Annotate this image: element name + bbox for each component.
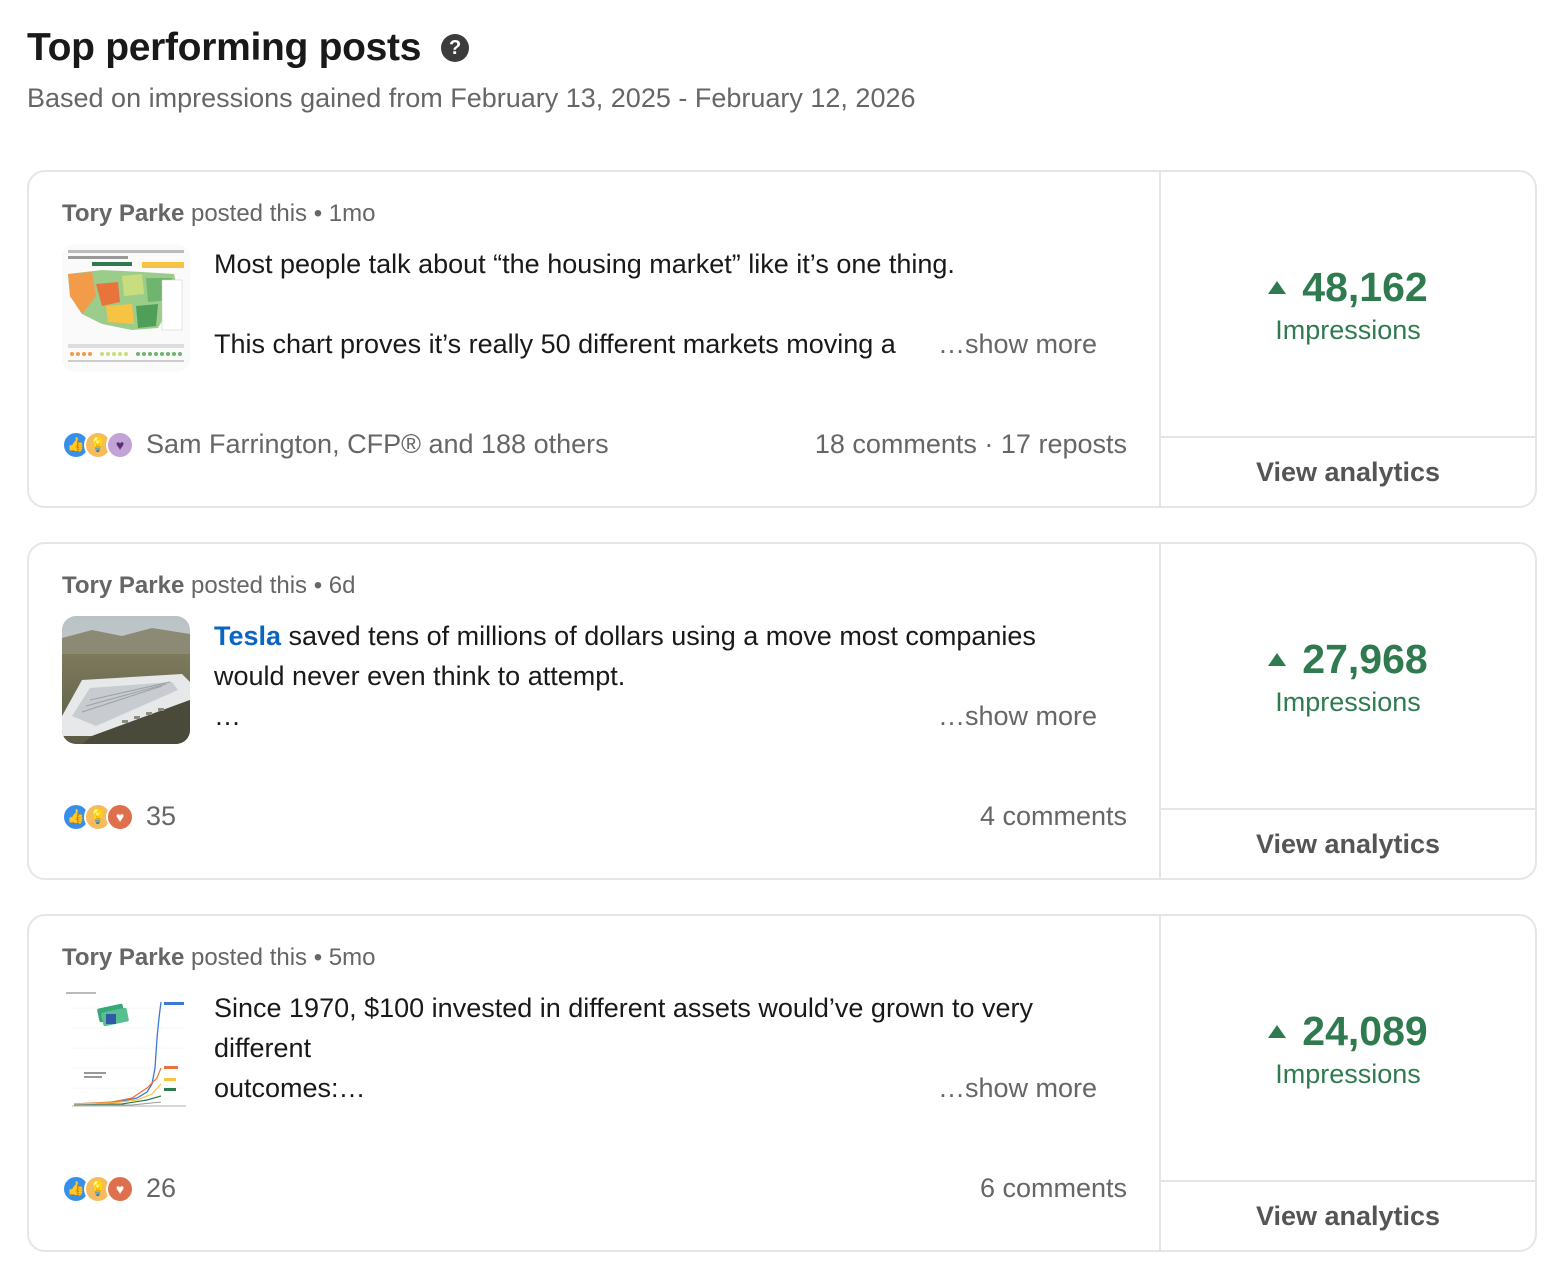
post-analytics-panel: 24,089 Impressions View analytics <box>1161 916 1535 1250</box>
help-icon[interactable]: ? <box>441 34 470 62</box>
post-author[interactable]: Tory Parke <box>62 944 184 971</box>
mention-link[interactable]: Tesla <box>214 621 281 651</box>
title-row: Top performing posts ? <box>27 26 1507 70</box>
post-meta: Tory Parke posted this • 6d <box>62 572 355 600</box>
post-author[interactable]: Tory Parke <box>62 572 184 599</box>
love-icon: ♥ <box>106 1174 134 1203</box>
impressions-box: 27,968 Impressions <box>1161 544 1535 810</box>
asset-growth-chart-image <box>62 988 190 1116</box>
view-analytics-button[interactable]: View analytics <box>1161 438 1535 506</box>
date-range-subtitle: Based on impressions gained from Februar… <box>27 83 916 113</box>
post-card: Tory Parke posted this • 1mo Most people… <box>27 170 1537 508</box>
impressions-row: 27,968 <box>1268 636 1428 683</box>
impressions-box: 24,089 Impressions <box>1161 916 1535 1182</box>
support-icon: ♥ <box>106 430 134 459</box>
post-text: Since 1970, $100 invested in different a… <box>214 988 1129 1108</box>
reactions-count: 35 <box>146 801 177 831</box>
posted-time: posted this • 6d <box>184 572 356 599</box>
post-card: Tory Parke posted this • 6d Tesla saved … <box>27 542 1537 880</box>
post-text-fragment: saved tens of millions of dollars using … <box>281 621 1036 651</box>
page-title: Top performing posts <box>27 26 422 69</box>
engagement-stats[interactable]: 6 comments <box>980 1173 1127 1204</box>
reactions-text: Sam Farrington, CFP® and 188 others <box>146 429 609 459</box>
impressions-value: 48,162 <box>1302 264 1428 310</box>
view-analytics-button[interactable]: View analytics <box>1161 1182 1535 1250</box>
show-more-link[interactable]: …show more <box>923 696 1097 736</box>
impressions-label: Impressions <box>1275 687 1421 717</box>
trend-up-icon <box>1268 281 1287 294</box>
impressions-box: 48,162 Impressions <box>1161 172 1535 438</box>
page-header: Top performing posts ? Based on impressi… <box>27 26 1507 114</box>
post-text-line: Tesla saved tens of millions of dollars … <box>214 616 1129 656</box>
posted-time: posted this • 5mo <box>184 944 376 971</box>
show-more-link[interactable]: …show more <box>923 1068 1097 1108</box>
reaction-icons: 👍 💡 ♥ <box>62 1174 134 1203</box>
post-analytics-panel: 27,968 Impressions View analytics <box>1161 544 1535 878</box>
post-author[interactable]: Tory Parke <box>62 200 184 227</box>
post-meta: Tory Parke posted this • 1mo <box>62 200 375 228</box>
reactions-summary[interactable]: 👍 💡 ♥ Sam Farrington, CFP® and 188 other… <box>62 429 609 460</box>
impressions-value: 24,089 <box>1302 1008 1428 1054</box>
posted-time: posted this • 1mo <box>184 200 376 227</box>
engagement-stats[interactable]: 4 comments <box>980 801 1127 832</box>
reactions-summary[interactable]: 👍 💡 ♥ 35 <box>62 801 176 832</box>
reactions-summary[interactable]: 👍 💡 ♥ 26 <box>62 1173 176 1204</box>
post-text-line: different <box>214 1033 312 1063</box>
trend-up-icon <box>1268 1025 1287 1038</box>
trend-up-icon <box>1268 653 1287 666</box>
post-thumbnail[interactable] <box>62 244 190 372</box>
reaction-icons: 👍 💡 ♥ <box>62 802 134 831</box>
post-thumbnail[interactable] <box>62 988 190 1116</box>
impressions-label: Impressions <box>1275 315 1421 345</box>
post-content-area[interactable]: Tory Parke posted this • 5mo Since 1970,… <box>29 916 1161 1250</box>
us-housing-map-chart-image <box>62 244 190 372</box>
post-thumbnail[interactable] <box>62 616 190 744</box>
view-analytics-button[interactable]: View analytics <box>1161 810 1535 878</box>
post-text: Most people talk about “the housing mark… <box>214 244 1129 364</box>
post-text-line: would never even think to attempt. <box>214 661 626 691</box>
impressions-row: 48,162 <box>1268 264 1428 311</box>
impressions-label: Impressions <box>1275 1059 1421 1089</box>
post-text-line: Since 1970, $100 invested in different a… <box>214 993 1033 1023</box>
reaction-icons: 👍 💡 ♥ <box>62 430 134 459</box>
post-text-line: Most people talk about “the housing mark… <box>214 249 955 279</box>
post-text-line <box>214 284 1129 324</box>
factory-aerial-photo-image <box>62 616 190 744</box>
post-analytics-panel: 48,162 Impressions View analytics <box>1161 172 1535 506</box>
post-card: Tory Parke posted this • 5mo Since 1970,… <box>27 914 1537 1252</box>
post-text: Tesla saved tens of millions of dollars … <box>214 616 1129 736</box>
engagement-stats[interactable]: 18 comments · 17 reposts <box>815 429 1127 460</box>
post-meta: Tory Parke posted this • 5mo <box>62 944 375 972</box>
impressions-row: 24,089 <box>1268 1008 1428 1055</box>
post-content-area[interactable]: Tory Parke posted this • 6d Tesla saved … <box>29 544 1161 878</box>
love-icon: ♥ <box>106 802 134 831</box>
impressions-value: 27,968 <box>1302 636 1428 682</box>
show-more-link[interactable]: …show more <box>923 324 1097 364</box>
reactions-count: 26 <box>146 1173 177 1203</box>
post-content-area[interactable]: Tory Parke posted this • 1mo Most people… <box>29 172 1161 506</box>
